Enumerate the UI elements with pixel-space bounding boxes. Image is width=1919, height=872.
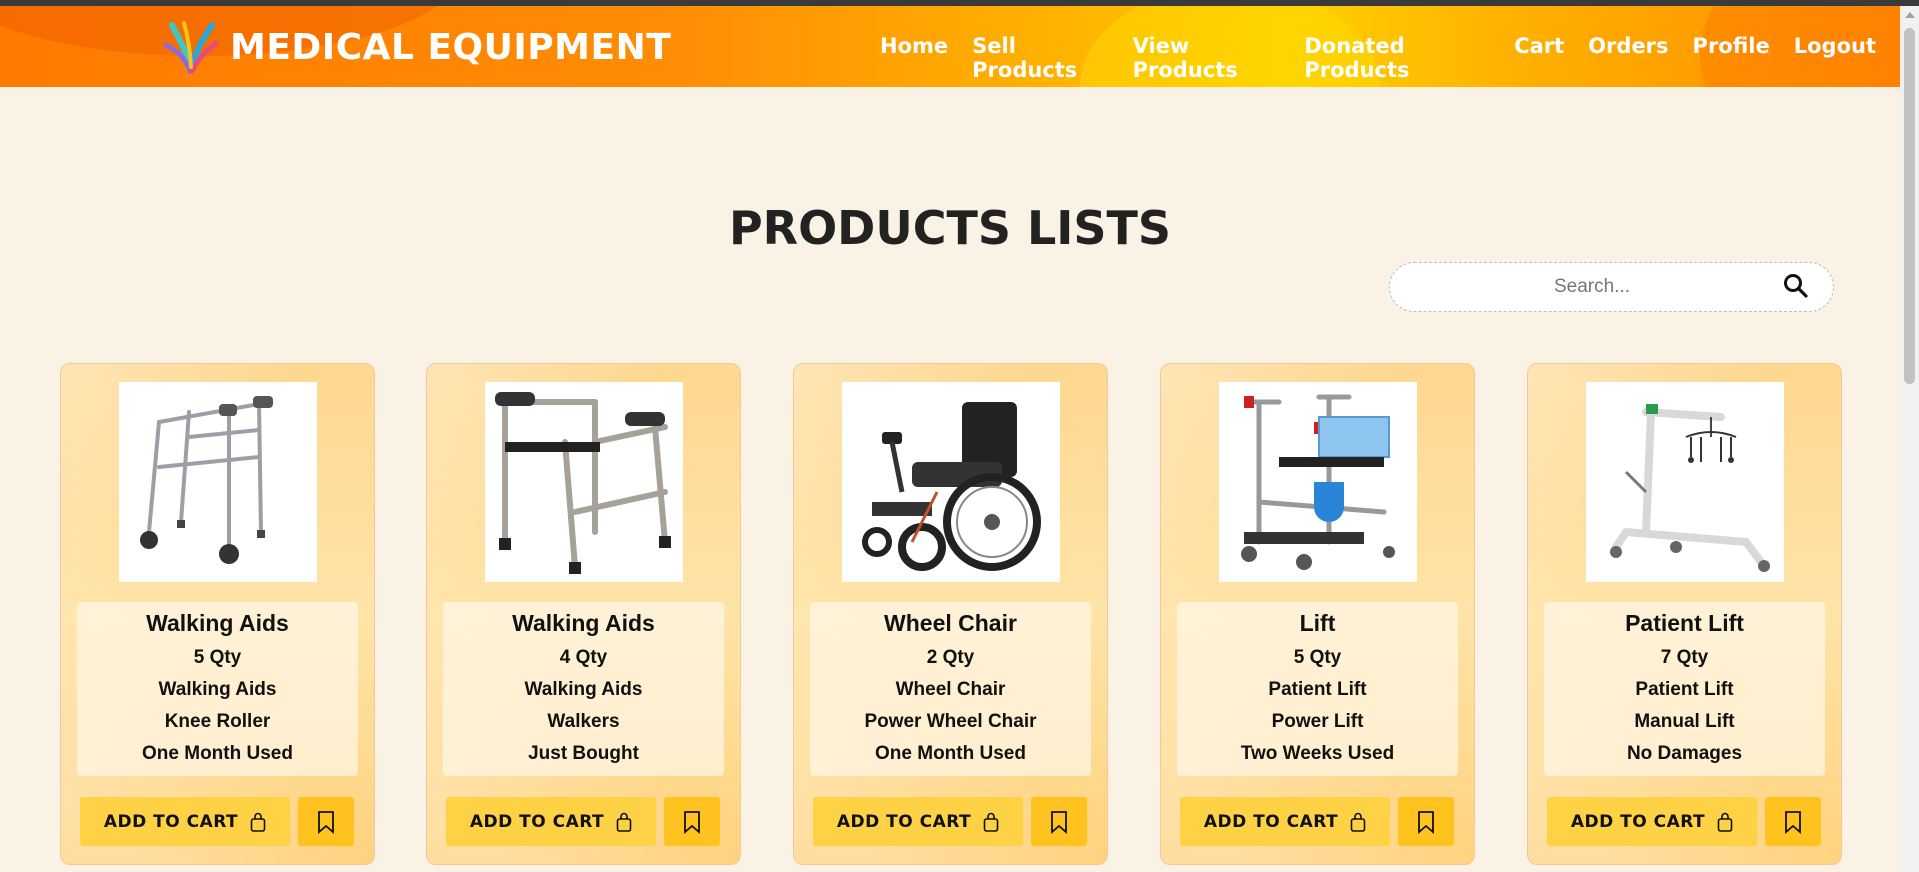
product-category: Walking Aids [158, 679, 277, 700]
search-input[interactable] [1410, 271, 1774, 303]
nav-logout[interactable]: Logout [1794, 34, 1876, 82]
product-image[interactable] [1218, 382, 1417, 582]
product-category: Wheel Chair [895, 679, 1006, 700]
product-qty: 2 Qty [926, 647, 975, 668]
bookmark-icon [1418, 810, 1434, 834]
product-type: Walkers [547, 711, 620, 732]
product-name: Lift [1299, 610, 1336, 636]
scroll-up-arrow[interactable] [1905, 12, 1915, 18]
product-card: Walking Aids 5 Qty Walking Aids Knee Rol… [60, 363, 375, 865]
product-condition: Two Weeks Used [1240, 743, 1395, 764]
product-info: Walking Aids 5 Qty Walking Aids Knee Rol… [77, 602, 358, 776]
add-to-cart-label: ADD TO CART [469, 811, 605, 832]
add-to-cart-label: ADD TO CART [1570, 811, 1706, 832]
shopping-bag-icon [616, 812, 632, 832]
product-condition: No Damages [1626, 743, 1743, 764]
bookmark-icon [1785, 810, 1801, 834]
add-to-cart-button[interactable]: ADD TO CART [446, 797, 656, 846]
add-to-cart-button[interactable]: ADD TO CART [1547, 797, 1757, 846]
add-to-cart-label: ADD TO CART [1203, 811, 1339, 832]
hoyer-lift-image [1609, 404, 1770, 572]
brand-name: MEDICAL EQUIPMENT [230, 26, 672, 68]
product-info: Wheel Chair 2 Qty Wheel Chair Power Whee… [810, 602, 1091, 776]
product-name: Walking Aids [512, 610, 655, 636]
shopping-bag-icon [983, 812, 999, 832]
nav-home[interactable]: Home [880, 34, 948, 82]
product-image[interactable] [1585, 382, 1784, 582]
product-condition: One Month Used [142, 743, 293, 764]
product-category: Patient Lift [1268, 679, 1367, 700]
nav-cart[interactable]: Cart [1514, 34, 1564, 82]
bookmark-button[interactable] [298, 797, 354, 846]
shopping-bag-icon [1350, 812, 1366, 832]
bookmark-icon [684, 810, 700, 834]
power-wheelchair-image [861, 402, 1041, 571]
bookmark-button[interactable] [1398, 797, 1454, 846]
product-name: Walking Aids [146, 610, 289, 636]
bookmark-icon [1051, 810, 1067, 834]
logo-icon [163, 21, 219, 74]
bookmark-icon [318, 810, 334, 834]
page-scrollbar[interactable] [1900, 6, 1919, 872]
walker-with-wheels-image [139, 396, 273, 564]
product-type: Power Lift [1271, 711, 1364, 732]
walker-image [494, 392, 671, 574]
scrollbar-thumb[interactable] [1904, 28, 1915, 384]
product-type: Manual Lift [1634, 711, 1735, 732]
bookmark-button[interactable] [1031, 797, 1087, 846]
product-image[interactable] [118, 382, 317, 582]
product-qty: 5 Qty [1293, 647, 1342, 668]
bookmark-button[interactable] [1765, 797, 1821, 846]
product-card: Walking Aids 4 Qty Walking Aids Walkers … [426, 363, 741, 865]
brand[interactable]: MEDICAL EQUIPMENT [162, 21, 672, 74]
navbar: MEDICAL EQUIPMENT Home Sell Products Vie… [0, 6, 1900, 87]
product-info: Walking Aids 4 Qty Walking Aids Walkers … [443, 602, 724, 776]
product-condition: Just Bought [528, 743, 639, 764]
nav-sell-products[interactable]: Sell Products [972, 34, 1108, 82]
product-qty: 7 Qty [1660, 647, 1709, 668]
product-qty: 4 Qty [559, 647, 608, 668]
product-info: Lift 5 Qty Patient Lift Power Lift Two W… [1177, 602, 1458, 776]
product-card: Patient Lift 7 Qty Patient Lift Manual L… [1527, 363, 1842, 865]
product-qty: 5 Qty [193, 647, 242, 668]
product-name: Patient Lift [1625, 610, 1744, 636]
product-type: Knee Roller [164, 711, 271, 732]
nav-profile[interactable]: Profile [1693, 34, 1770, 82]
add-to-cart-label: ADD TO CART [836, 811, 972, 832]
add-to-cart-button[interactable]: ADD TO CART [813, 797, 1023, 846]
search-icon[interactable] [1783, 273, 1809, 299]
product-category: Walking Aids [524, 679, 643, 700]
product-type: Power Wheel Chair [864, 711, 1037, 732]
product-image[interactable] [484, 382, 683, 582]
product-card: Lift 5 Qty Patient Lift Power Lift Two W… [1160, 363, 1475, 865]
product-category: Patient Lift [1635, 679, 1734, 700]
add-to-cart-button[interactable]: ADD TO CART [1180, 797, 1390, 846]
bookmark-button[interactable] [664, 797, 720, 846]
transfer-lift-image [1240, 394, 1395, 570]
add-to-cart-label: ADD TO CART [103, 811, 239, 832]
shopping-bag-icon [250, 812, 266, 832]
nav-donated-products[interactable]: Donated Products [1304, 34, 1490, 82]
product-image[interactable] [841, 382, 1060, 582]
search-box [1389, 262, 1834, 312]
add-to-cart-button[interactable]: ADD TO CART [80, 797, 290, 846]
product-info: Patient Lift 7 Qty Patient Lift Manual L… [1544, 602, 1825, 776]
page-title: PRODUCTS LISTS [728, 200, 1172, 255]
product-name: Wheel Chair [884, 610, 1017, 636]
nav-orders[interactable]: Orders [1588, 34, 1668, 82]
product-card: Wheel Chair 2 Qty Wheel Chair Power Whee… [793, 363, 1108, 865]
nav-view-products[interactable]: View Products [1133, 34, 1281, 82]
main-nav: Home Sell Products View Products Donated… [880, 34, 1900, 82]
shopping-bag-icon [1717, 812, 1733, 832]
product-condition: One Month Used [875, 743, 1026, 764]
